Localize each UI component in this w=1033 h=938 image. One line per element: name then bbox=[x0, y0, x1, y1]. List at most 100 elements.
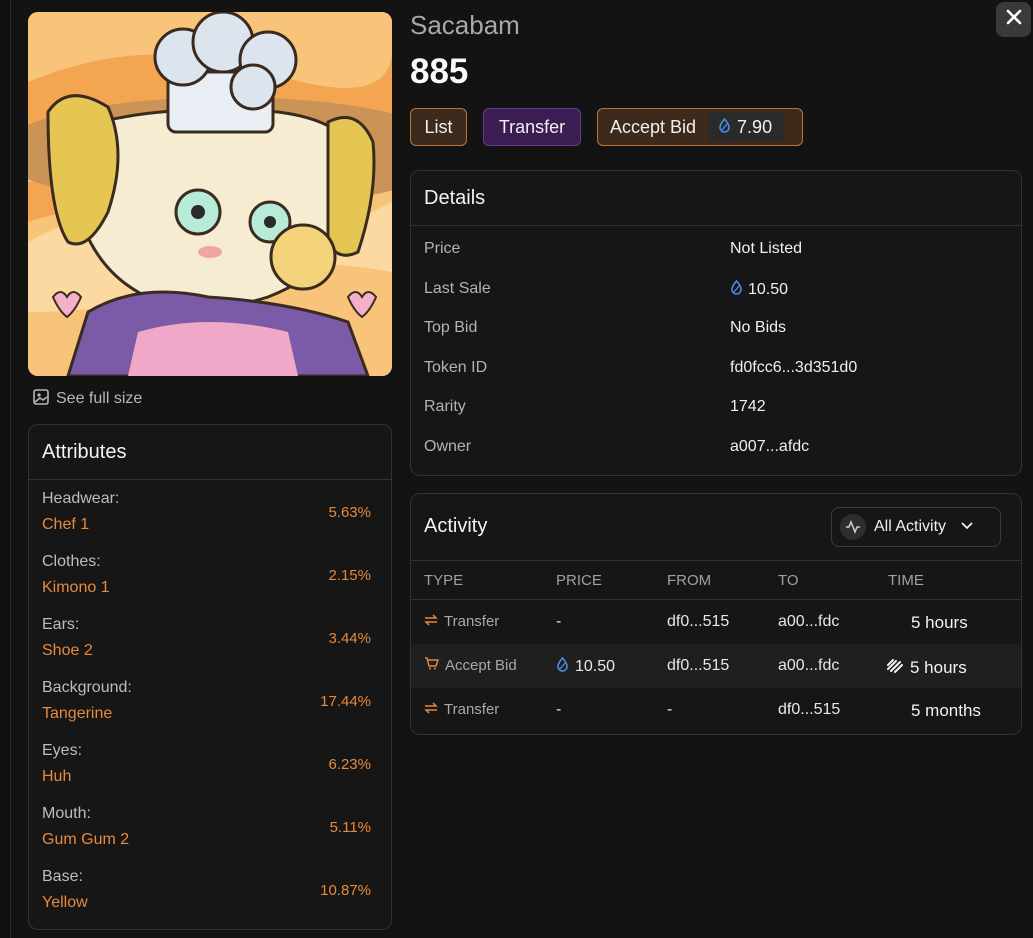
activity-price: - bbox=[556, 613, 562, 630]
nft-image[interactable] bbox=[28, 12, 392, 376]
activity-row: Transfer - - df0...515 5 months bbox=[411, 688, 1021, 732]
detail-row-owner: Owner a007...afdc bbox=[411, 426, 1021, 466]
activity-row: Transfer - df0...515 a00...fdc 5 hours bbox=[411, 600, 1021, 644]
token-drop-icon bbox=[718, 117, 731, 138]
activity-to[interactable]: a00...fdc bbox=[778, 657, 839, 675]
attributes-panel: Attributes Headwear: Chef 1 5.63% Clothes: K… bbox=[28, 424, 392, 930]
detail-row-rarity: Rarity 1742 bbox=[411, 386, 1021, 426]
activity-type: Transfer bbox=[444, 701, 500, 718]
details-header: Details bbox=[411, 171, 1021, 226]
attribute-rarity-percent: 5.11% bbox=[329, 819, 371, 836]
attribute-row[interactable]: Mouth: Gum Gum 2 5.11% bbox=[29, 795, 391, 858]
marketplace-logo-icon[interactable] bbox=[886, 657, 904, 678]
activity-type: Accept Bid bbox=[445, 657, 517, 674]
attribute-label: Background: bbox=[42, 679, 132, 696]
attribute-label: Clothes: bbox=[42, 553, 101, 570]
accept-bid-label: Accept Bid bbox=[610, 116, 697, 137]
attribute-rarity-percent: 6.23% bbox=[328, 756, 371, 773]
attribute-row[interactable]: Ears: Shoe 2 3.44% bbox=[29, 606, 391, 669]
attribute-row[interactable]: Background: Tangerine 17.44% bbox=[29, 669, 391, 732]
column-header-from: FROM bbox=[667, 572, 712, 589]
attribute-value: Kimono 1 bbox=[42, 579, 110, 596]
token-number: 885 bbox=[410, 52, 469, 91]
accept-bid-button[interactable]: Accept Bid 7.90 bbox=[597, 108, 803, 146]
activity-filter-dropdown[interactable]: All Activity bbox=[831, 507, 1001, 547]
activity-type-cell: Transfer bbox=[424, 613, 499, 630]
activity-from: - bbox=[667, 701, 673, 718]
activity-type-cell: Transfer bbox=[424, 701, 499, 718]
token-drop-icon bbox=[556, 656, 569, 677]
owner-address-link[interactable]: a007...afdc bbox=[730, 438, 809, 456]
attribute-rarity-percent: 2.15% bbox=[328, 567, 371, 584]
detail-value: No Bids bbox=[730, 319, 787, 336]
activity-price: - bbox=[556, 701, 562, 718]
attribute-label: Eyes: bbox=[42, 742, 83, 759]
attribute-rarity-percent: 3.44% bbox=[328, 630, 371, 647]
activity-from[interactable]: df0...515 bbox=[667, 613, 729, 631]
attribute-row[interactable]: Eyes: Huh 6.23% bbox=[29, 732, 391, 795]
token-id-value[interactable]: fd0fcc6...3d351d0 bbox=[730, 359, 857, 377]
activity-from[interactable]: df0...515 bbox=[667, 657, 729, 675]
accept-bid-amount: 7.90 bbox=[737, 116, 773, 137]
activity-time: 5 hours bbox=[911, 613, 968, 632]
activity-pulse-icon bbox=[840, 514, 866, 540]
detail-row-price: Price Not Listed bbox=[411, 228, 1021, 268]
attributes-list: Headwear: Chef 1 5.63% Clothes: Kimono 1 2.15… bbox=[29, 480, 391, 921]
activity-price-cell: 10.50 bbox=[556, 656, 615, 677]
transfer-button[interactable]: Transfer bbox=[483, 108, 581, 146]
detail-key: Rarity bbox=[424, 398, 466, 415]
attribute-label: Mouth: bbox=[42, 805, 91, 822]
attribute-value: Gum Gum 2 bbox=[42, 831, 130, 848]
activity-title: Activity bbox=[424, 515, 488, 537]
detail-value: Not Listed bbox=[730, 240, 803, 257]
activity-time-cell: 5 hours bbox=[886, 657, 967, 678]
attribute-row[interactable]: Base: Yellow 10.87% bbox=[29, 858, 391, 921]
close-icon bbox=[1006, 9, 1022, 30]
column-header-to: TO bbox=[778, 572, 799, 589]
activity-to[interactable]: a00...fdc bbox=[778, 613, 839, 631]
list-button[interactable]: List bbox=[410, 108, 467, 146]
details-title: Details bbox=[424, 186, 486, 209]
detail-key: Owner bbox=[424, 437, 472, 455]
attribute-value: Yellow bbox=[42, 894, 88, 911]
attributes-header: Attributes bbox=[29, 425, 391, 480]
transfer-arrows-icon bbox=[424, 701, 438, 718]
cart-icon bbox=[424, 657, 439, 674]
activity-to[interactable]: df0...515 bbox=[778, 701, 840, 719]
attribute-label: Base: bbox=[42, 868, 83, 885]
attribute-row[interactable]: Clothes: Kimono 1 2.15% bbox=[29, 543, 391, 606]
details-list: Price Not Listed Last Sale 10.50 Top Bid… bbox=[411, 226, 1021, 465]
activity-time: 5 hours bbox=[910, 657, 967, 677]
image-icon bbox=[32, 388, 50, 411]
attribute-label: Headwear: bbox=[42, 490, 120, 507]
collection-name[interactable]: Sacabam bbox=[410, 10, 520, 41]
see-full-size-link[interactable]: See full size bbox=[32, 388, 142, 410]
bid-amount-pill: 7.90 bbox=[708, 112, 785, 142]
transfer-button-label: Transfer bbox=[498, 116, 566, 137]
activity-row: Accept Bid 10.50 df0...515 a00...fdc 5 h… bbox=[411, 644, 1021, 688]
detail-key: Price bbox=[424, 240, 461, 257]
attribute-value: Shoe 2 bbox=[42, 642, 93, 659]
activity-panel: Activity All Activity TYPE PRICE FROM TO… bbox=[410, 493, 1022, 735]
attribute-label: Ears: bbox=[42, 616, 80, 633]
detail-key: Token ID bbox=[424, 358, 488, 376]
detail-row-token-id: Token ID fd0fcc6...3d351d0 bbox=[411, 347, 1021, 387]
token-drop-icon bbox=[730, 279, 743, 300]
activity-table-header: TYPE PRICE FROM TO TIME bbox=[411, 561, 1021, 600]
attribute-value: Huh bbox=[42, 768, 72, 785]
activity-type-cell: Accept Bid bbox=[424, 657, 517, 674]
left-rail bbox=[0, 0, 11, 938]
attribute-row[interactable]: Headwear: Chef 1 5.63% bbox=[29, 480, 391, 543]
see-full-size-label: See full size bbox=[56, 390, 143, 407]
detail-value: 1742 bbox=[730, 398, 766, 415]
detail-value-wrap: 10.50 bbox=[730, 279, 789, 300]
close-button[interactable] bbox=[996, 2, 1031, 37]
column-header-price: PRICE bbox=[556, 572, 602, 589]
transfer-arrows-icon bbox=[424, 613, 438, 630]
attribute-rarity-percent: 5.63% bbox=[328, 504, 371, 521]
detail-value: 10.50 bbox=[748, 280, 789, 298]
activity-filter-label: All Activity bbox=[874, 518, 947, 535]
detail-row-last-sale: Last Sale 10.50 bbox=[411, 268, 1021, 308]
detail-row-top-bid: Top Bid No Bids bbox=[411, 307, 1021, 347]
list-button-label: List bbox=[424, 116, 453, 137]
